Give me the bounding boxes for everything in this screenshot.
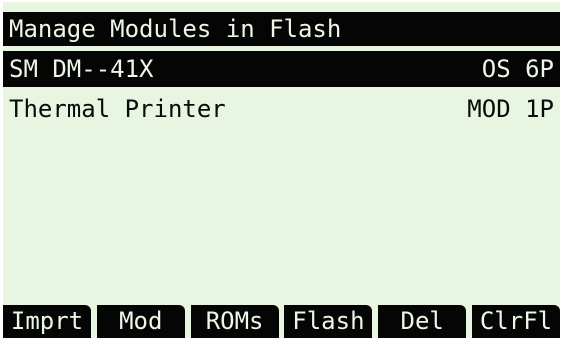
module-row-thermal-printer[interactable]: Thermal Printer MOD 1P: [3, 91, 560, 127]
softkey-clrfl[interactable]: ClrFl: [471, 305, 560, 338]
softkey-mod[interactable]: Mod: [96, 305, 185, 338]
module-type: OS 6P: [481, 55, 554, 83]
softkey-del[interactable]: Del: [378, 305, 467, 338]
softkey-flash[interactable]: Flash: [284, 305, 373, 338]
module-type: MOD 1P: [467, 95, 554, 123]
module-list: SM DM--41X OS 6P Thermal Printer MOD 1P: [3, 51, 560, 131]
softkey-menu: Imprt Mod ROMs Flash Del ClrFl: [3, 305, 560, 338]
softkey-roms[interactable]: ROMs: [190, 305, 279, 338]
screen-title: Manage Modules in Flash: [3, 12, 560, 46]
module-name: Thermal Printer: [9, 95, 226, 123]
module-row-sm-dm-41x[interactable]: SM DM--41X OS 6P: [3, 51, 560, 87]
softkey-imprt[interactable]: Imprt: [3, 305, 91, 338]
calculator-screen: Manage Modules in Flash SM DM--41X OS 6P…: [3, 2, 560, 338]
module-name: SM DM--41X: [9, 55, 154, 83]
